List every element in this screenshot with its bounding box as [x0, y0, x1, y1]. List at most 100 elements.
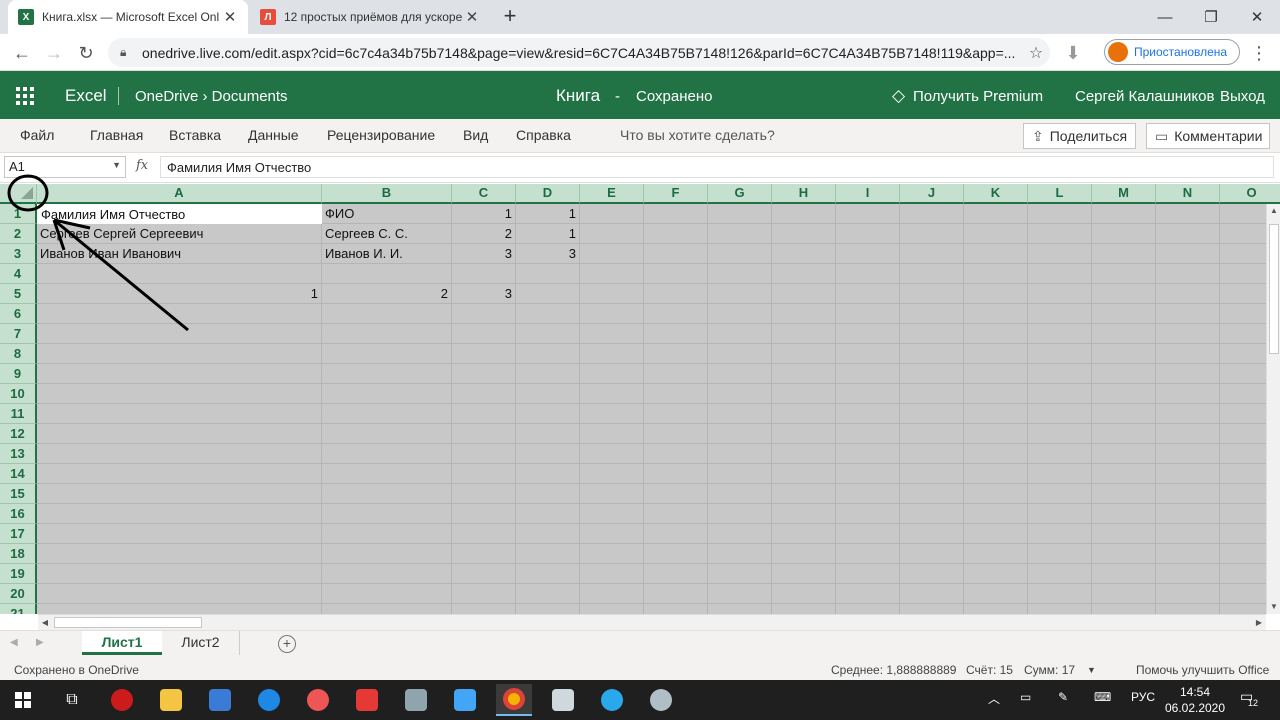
- signout-link[interactable]: Выход: [1220, 88, 1265, 105]
- grid-cell[interactable]: [900, 524, 964, 544]
- select-all-button[interactable]: [0, 184, 37, 204]
- grid-cell[interactable]: [900, 584, 964, 604]
- grid-cell[interactable]: [322, 524, 452, 544]
- grid-cell[interactable]: [580, 564, 644, 584]
- grid-cell[interactable]: [580, 264, 644, 284]
- windows-start-icon[interactable]: [5, 684, 41, 716]
- grid-cell[interactable]: [1092, 444, 1156, 464]
- grid-cell[interactable]: [1220, 364, 1266, 384]
- grid-cell[interactable]: Иванов И. И.: [322, 244, 452, 264]
- browser-tab-excel[interactable]: X Книга.xlsx — Microsoft Excel Onl ✕: [8, 0, 248, 34]
- grid-cell[interactable]: [836, 244, 900, 264]
- alarm-app-icon[interactable]: [349, 684, 385, 716]
- grid-cell[interactable]: [452, 444, 516, 464]
- grid-cell[interactable]: [644, 384, 708, 404]
- column-header-k[interactable]: K: [964, 184, 1028, 204]
- sheet-tab-1[interactable]: Лист1: [82, 631, 162, 655]
- keyboard-icon[interactable]: ▭: [1020, 690, 1031, 704]
- grid-cell[interactable]: [772, 384, 836, 404]
- grid-cell[interactable]: [1028, 544, 1092, 564]
- grid-cell[interactable]: [900, 284, 964, 304]
- grid-cell[interactable]: [964, 204, 1028, 224]
- grid-cell[interactable]: [644, 424, 708, 444]
- grid-cell[interactable]: [708, 564, 772, 584]
- reload-icon[interactable]: ↻: [73, 40, 99, 66]
- grid-cell[interactable]: [1220, 504, 1266, 524]
- grid-cell[interactable]: [708, 344, 772, 364]
- grid-cell[interactable]: [452, 424, 516, 444]
- grid-cell[interactable]: [452, 384, 516, 404]
- grid-cell[interactable]: [580, 304, 644, 324]
- scroll-up-icon[interactable]: ▲: [1267, 204, 1280, 218]
- grid-cell[interactable]: [1156, 304, 1220, 324]
- grid-cell[interactable]: [1092, 524, 1156, 544]
- grid-cell[interactable]: [1156, 464, 1220, 484]
- grid-cell[interactable]: [836, 484, 900, 504]
- grid-cell[interactable]: [516, 444, 580, 464]
- grid-cell[interactable]: [644, 404, 708, 424]
- grid-cell[interactable]: [644, 304, 708, 324]
- grid-cell[interactable]: [964, 424, 1028, 444]
- chrome-icon[interactable]: [496, 684, 532, 716]
- grid-cell[interactable]: [964, 504, 1028, 524]
- add-sheet-icon[interactable]: +: [278, 635, 296, 653]
- grid-cell[interactable]: [772, 604, 836, 614]
- grid-cell[interactable]: [1092, 204, 1156, 224]
- grid-cell[interactable]: [1220, 604, 1266, 614]
- chevron-down-icon[interactable]: ▼: [112, 160, 121, 170]
- share-button[interactable]: ⇪ Поделиться: [1023, 123, 1136, 149]
- grid-cell[interactable]: [900, 504, 964, 524]
- grid-cell[interactable]: [580, 244, 644, 264]
- grid-cell[interactable]: [1028, 244, 1092, 264]
- grid-cell[interactable]: [37, 404, 322, 424]
- touch-keyboard-icon[interactable]: ⌨: [1094, 690, 1111, 704]
- row-header-15[interactable]: 15: [0, 484, 37, 504]
- row-header-4[interactable]: 4: [0, 264, 37, 284]
- grid-cell[interactable]: [836, 364, 900, 384]
- row-header-13[interactable]: 13: [0, 444, 37, 464]
- grid-cell[interactable]: [900, 544, 964, 564]
- user-name[interactable]: Сергей Калашников: [1075, 88, 1214, 105]
- grid-cell[interactable]: [516, 344, 580, 364]
- grid-cell[interactable]: [708, 224, 772, 244]
- row-header-17[interactable]: 17: [0, 524, 37, 544]
- grid-cell[interactable]: [772, 484, 836, 504]
- grid-cell[interactable]: [322, 544, 452, 564]
- grid-cell[interactable]: [1220, 204, 1266, 224]
- grid-cell[interactable]: [772, 264, 836, 284]
- column-header-i[interactable]: I: [836, 184, 900, 204]
- grid-cell[interactable]: [1156, 244, 1220, 264]
- grid-cell[interactable]: [1092, 424, 1156, 444]
- grid-cell[interactable]: [322, 404, 452, 424]
- grid-cell[interactable]: [516, 484, 580, 504]
- grid-cell[interactable]: [1028, 364, 1092, 384]
- grid-cell[interactable]: [964, 564, 1028, 584]
- grid-cell[interactable]: [516, 304, 580, 324]
- grid-cell[interactable]: [1156, 204, 1220, 224]
- grid-cell[interactable]: [1156, 344, 1220, 364]
- grid-cell[interactable]: [900, 384, 964, 404]
- prev-sheet-icon[interactable]: ◀: [10, 637, 18, 648]
- grid-cell[interactable]: [900, 484, 964, 504]
- grid-cell[interactable]: [900, 344, 964, 364]
- grid-cell[interactable]: [644, 204, 708, 224]
- grid-cell[interactable]: [1156, 264, 1220, 284]
- column-header-f[interactable]: F: [644, 184, 708, 204]
- grid-cell[interactable]: [964, 544, 1028, 564]
- column-header-d[interactable]: D: [516, 184, 580, 204]
- grid-cell[interactable]: [580, 424, 644, 444]
- row-header-3[interactable]: 3: [0, 244, 37, 264]
- column-header-l[interactable]: L: [1028, 184, 1092, 204]
- grid-cell[interactable]: [1220, 404, 1266, 424]
- grid-cell[interactable]: [708, 604, 772, 614]
- grid-cell[interactable]: [964, 384, 1028, 404]
- grid-cell[interactable]: [1092, 364, 1156, 384]
- grid-cell[interactable]: [1028, 604, 1092, 614]
- grid-cell[interactable]: [644, 344, 708, 364]
- chevron-down-icon[interactable]: ▼: [1087, 665, 1096, 675]
- grid-cell[interactable]: [772, 584, 836, 604]
- grid-cell[interactable]: [708, 304, 772, 324]
- grid-cell[interactable]: [452, 464, 516, 484]
- improve-office-link[interactable]: Помочь улучшить Office: [1136, 663, 1269, 677]
- grid-cell[interactable]: [836, 324, 900, 344]
